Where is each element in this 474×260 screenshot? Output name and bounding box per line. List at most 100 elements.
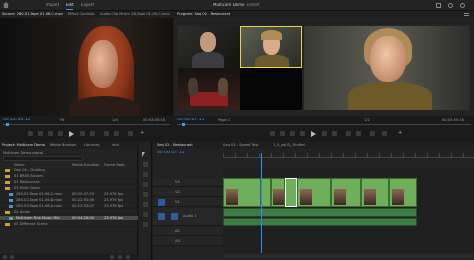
insert-icon[interactable] (104, 131, 109, 136)
program-resolution[interactable]: 1/2 (364, 118, 370, 122)
mark-in-icon[interactable] (28, 131, 33, 136)
hand-tool-icon[interactable] (143, 212, 148, 217)
audio-clip-a2[interactable] (223, 218, 417, 226)
list-item[interactable]: 280-02-Tape 01-06-B.mov 00:22:50:06 23.9… (0, 198, 138, 203)
column-header-duration[interactable]: Media Duration (72, 163, 100, 167)
list-view-icon[interactable] (3, 255, 7, 259)
source-scrub-bar[interactable] (3, 124, 170, 125)
list-item[interactable]: 01 BREE Rushes (0, 174, 138, 179)
track-select-tool-icon[interactable] (143, 162, 148, 167)
audio-clip-a1[interactable] (223, 208, 417, 217)
go-to-in-icon[interactable] (48, 131, 53, 136)
tab-seq-restaurant[interactable]: Seq 02 - Restaurant (157, 143, 193, 147)
extract-icon[interactable] (356, 131, 361, 136)
source-timecode[interactable]: 00:22:46:12 (3, 118, 30, 122)
tab-libraries[interactable]: Libraries (84, 143, 100, 147)
mark-out-icon[interactable] (38, 131, 43, 136)
camera-2-view[interactable] (240, 26, 302, 68)
camera-3-view[interactable] (178, 68, 240, 110)
video-clip[interactable] (361, 178, 389, 207)
prog-mark-out-icon[interactable] (280, 131, 285, 136)
playhead[interactable] (261, 153, 262, 253)
video-clip[interactable] (223, 178, 261, 207)
source-patch-v1[interactable] (158, 199, 165, 206)
multicam-toggle-icon[interactable] (382, 131, 387, 136)
lift-icon[interactable] (346, 131, 351, 136)
prog-export-frame-icon[interactable] (370, 131, 375, 136)
camera-4-view[interactable] (240, 68, 302, 110)
source-zoom-select[interactable]: Fit (60, 118, 64, 122)
source-playhead-icon[interactable] (6, 123, 9, 126)
video-clip[interactable] (261, 178, 271, 207)
video-clip[interactable] (389, 178, 417, 207)
timeline-scrollbar[interactable] (223, 254, 474, 258)
track-header-a3[interactable]: A3 (153, 237, 223, 246)
track-target-a1[interactable] (171, 213, 178, 220)
list-item[interactable]: 04 Audio (0, 210, 138, 215)
tab-source[interactable]: Source: 280-01-Tape 01-06.C.mov (2, 12, 64, 16)
menu-import[interactable]: Import (46, 3, 59, 7)
prog-mark-in-icon[interactable] (270, 131, 275, 136)
list-item-selected[interactable]: Multicam Fine Music Mix 00:04:26:04 23.9… (0, 216, 138, 221)
prog-play-icon[interactable] (311, 131, 316, 137)
go-to-out-icon[interactable] (90, 131, 95, 136)
pen-tool-icon[interactable] (143, 202, 148, 207)
list-item[interactable]: 280-01-Tape 01-06-C.mov 00:22:47:20 23.9… (0, 192, 138, 197)
source-patch-a1[interactable] (158, 213, 165, 220)
search-icon[interactable] (460, 3, 465, 8)
step-forward-icon[interactable] (80, 131, 85, 136)
workspace-icon[interactable] (436, 3, 441, 8)
share-icon[interactable] (448, 3, 453, 8)
home-icon[interactable] (3, 2, 9, 8)
play-icon[interactable] (69, 131, 74, 137)
tab-program[interactable]: Program: Seq 02 - Restaurant (177, 12, 230, 16)
list-item[interactable]: 05 Different Scene (0, 222, 138, 227)
prog-add-button-icon[interactable]: + (398, 131, 402, 136)
video-clip[interactable] (271, 178, 285, 207)
export-frame-icon[interactable] (128, 131, 133, 136)
tab-project[interactable]: Project: Multicam Demo (2, 143, 45, 147)
track-header-v3[interactable]: V3 (153, 178, 223, 187)
list-item[interactable]: 280-03-Tape 01-06-A.mov 00:22:53:07 23.9… (0, 204, 138, 209)
list-item[interactable]: Day 04 - Grading (0, 168, 138, 173)
video-clip[interactable] (297, 178, 331, 207)
program-scrub-bar[interactable] (177, 124, 471, 125)
icon-view-icon[interactable] (10, 255, 14, 259)
list-item[interactable]: 03 Multi Video (0, 186, 138, 191)
ripple-edit-tool-icon[interactable] (143, 172, 148, 177)
overwrite-icon[interactable] (114, 131, 119, 136)
new-bin-icon[interactable] (110, 255, 114, 259)
prog-step-forward-icon[interactable] (322, 131, 327, 136)
source-resolution[interactable]: 1/4 (112, 118, 118, 122)
program-playhead-icon[interactable] (182, 123, 185, 126)
add-button-icon[interactable]: + (140, 131, 144, 136)
program-timecode[interactable]: 00:00:07:11 (177, 118, 204, 122)
razor-tool-icon[interactable] (143, 182, 148, 187)
prog-go-to-out-icon[interactable] (332, 131, 337, 136)
tab-seq-prores[interactable]: 1_4_sq03_-ProRes (273, 143, 305, 147)
step-back-icon[interactable] (58, 131, 63, 136)
video-clip-selected[interactable] (285, 178, 297, 207)
trash-icon[interactable] (126, 255, 130, 259)
prog-go-to-in-icon[interactable] (290, 131, 295, 136)
tab-info[interactable]: Info (112, 143, 119, 147)
menu-edit[interactable]: Edit (66, 3, 74, 7)
tab-audio-clip-mixer[interactable]: Audio Clip Mixer: 26-Tape 01-06-C-mov (100, 12, 172, 16)
selection-tool-icon[interactable] (142, 152, 145, 157)
panel-menu-icon[interactable] (464, 13, 469, 16)
column-header-rate[interactable]: Frame Rate (104, 163, 125, 167)
slip-tool-icon[interactable] (143, 192, 148, 197)
menu-export[interactable]: Export (81, 3, 94, 7)
track-header-a2[interactable]: A2 (153, 227, 223, 236)
new-item-icon[interactable] (118, 255, 122, 259)
program-page-select[interactable]: Page 1 (218, 118, 230, 122)
column-header-name[interactable]: Name (14, 163, 25, 167)
camera-1-view[interactable] (178, 26, 240, 68)
video-clip[interactable] (331, 178, 361, 207)
track-header-v1[interactable]: V1 (153, 198, 223, 207)
track-header-a1[interactable]: Audio 1 (153, 208, 223, 226)
prog-step-back-icon[interactable] (300, 131, 305, 136)
project-search-input[interactable] (3, 156, 83, 161)
track-header-v2[interactable]: V2 (153, 188, 223, 197)
tab-media-browser[interactable]: Media Browser (50, 143, 77, 147)
